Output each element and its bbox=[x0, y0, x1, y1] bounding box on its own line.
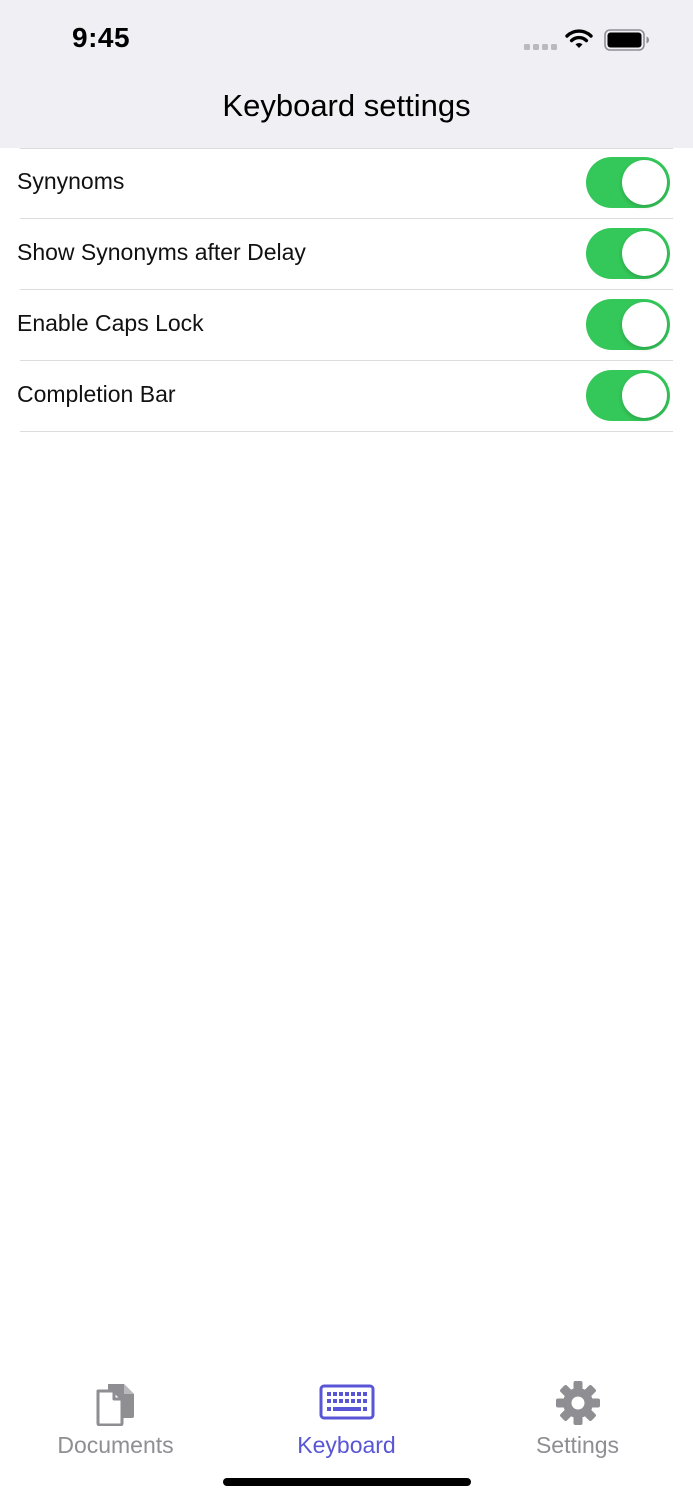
top-area: 9:45 Keyboard settings bbox=[0, 0, 693, 148]
cellular-signal-icon bbox=[524, 44, 557, 50]
show-synonyms-after-delay-toggle[interactable] bbox=[586, 228, 670, 279]
setting-label: Synynoms bbox=[17, 168, 125, 194]
tab-label: Documents bbox=[57, 1432, 174, 1458]
wifi-icon bbox=[565, 29, 593, 48]
battery-icon bbox=[604, 29, 649, 51]
completion-bar-toggle[interactable] bbox=[586, 370, 670, 421]
toggle-knob bbox=[622, 373, 667, 418]
status-time: 9:45 bbox=[72, 22, 131, 53]
tab-keyboard[interactable]: Keyboard bbox=[231, 1370, 462, 1470]
tab-settings[interactable]: Settings bbox=[462, 1370, 693, 1470]
toggle-knob bbox=[622, 160, 667, 205]
documents-icon bbox=[96, 1384, 134, 1426]
tab-label: Keyboard bbox=[297, 1432, 396, 1458]
setting-label: Show Synonyms after Delay bbox=[17, 239, 306, 265]
home-indicator[interactable] bbox=[223, 1478, 471, 1486]
setting-row-completion-bar: Completion Bar bbox=[0, 361, 693, 432]
toggle-knob bbox=[622, 231, 667, 276]
page-title: Keyboard settings bbox=[222, 88, 471, 123]
setting-row-synonyms: Synynoms bbox=[0, 148, 693, 219]
setting-row-enable-caps-lock: Enable Caps Lock bbox=[0, 290, 693, 361]
synonyms-toggle[interactable] bbox=[586, 157, 670, 208]
status-bar: 9:45 bbox=[0, 0, 693, 80]
tab-documents[interactable]: Documents bbox=[0, 1370, 231, 1470]
gear-icon bbox=[555, 1381, 600, 1425]
setting-row-show-synonyms-after-delay: Show Synonyms after Delay bbox=[0, 219, 693, 290]
setting-label: Completion Bar bbox=[17, 381, 176, 407]
toggle-knob bbox=[622, 302, 667, 347]
enable-caps-lock-toggle[interactable] bbox=[586, 299, 670, 350]
tab-label: Settings bbox=[535, 1432, 620, 1458]
keyboard-icon bbox=[319, 1384, 374, 1420]
setting-label: Enable Caps Lock bbox=[17, 310, 204, 336]
settings-list: Synynoms Show Synonyms after Delay Enabl… bbox=[0, 148, 693, 432]
